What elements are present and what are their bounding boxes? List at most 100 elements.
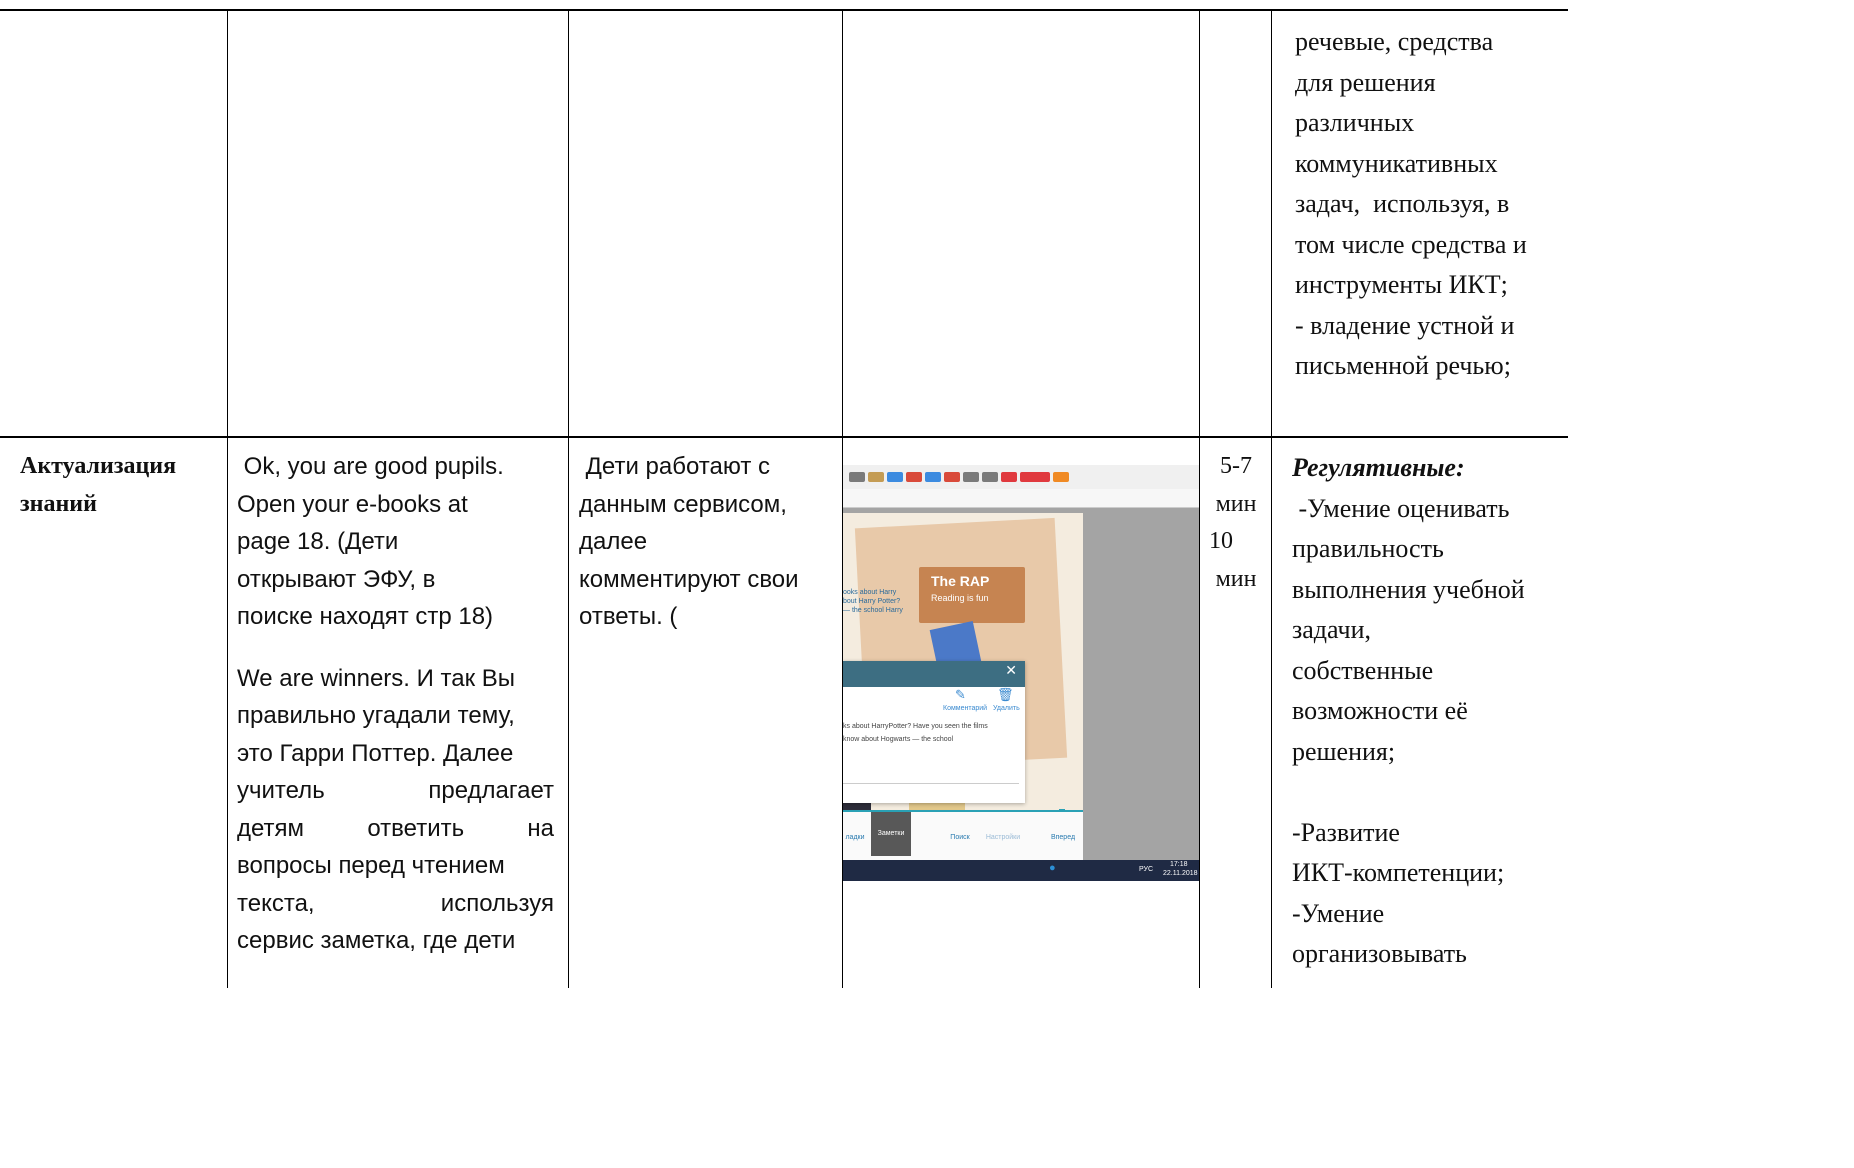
text-line: 5-7 [1220, 453, 1252, 479]
text-line: коммуникативных [1295, 148, 1498, 178]
rap-title: The RAP [931, 573, 990, 589]
text-line: учитель предлагает [237, 777, 554, 804]
settings-button[interactable]: Настройки [983, 834, 1023, 841]
column-border [227, 9, 228, 988]
tab-icon [906, 472, 922, 482]
text-line: Ok, you are good pupils. [237, 453, 504, 480]
text-line: поиске находят стр 18) [237, 603, 494, 630]
text-line: далее [579, 528, 648, 555]
text-line: инструменты ИКТ; [1295, 270, 1508, 299]
tab-icon [1053, 472, 1069, 482]
text-line: организовывать [1292, 939, 1467, 968]
text-line: выполнения учебной [1292, 574, 1525, 604]
note-popup-header: ✕ [843, 661, 1025, 687]
delete-button[interactable]: Удалить [993, 705, 1020, 712]
ebook-toolbar: ладки Заметки Поиск Настройки Вперед [843, 810, 1083, 862]
text-line: мин [1215, 565, 1257, 592]
tab-icon [1001, 472, 1017, 482]
text-line: page 18. (Дети [237, 528, 399, 555]
column-border [1271, 9, 1272, 988]
text-line [1292, 772, 1564, 813]
text-line: письменной речью; [1295, 351, 1511, 380]
text-line: это Гарри Поттер. Далее [237, 739, 514, 767]
page-text: bout Harry Potter? [843, 598, 901, 605]
text-line: текста, используя [237, 889, 554, 917]
text-line: вопросы перед чтением [237, 852, 505, 879]
text-line: ИКТ-компетенции; [1292, 858, 1505, 887]
search-button[interactable]: Поиск [943, 834, 977, 841]
stage-title-line: знаний [20, 490, 97, 517]
text-line: возможности её [1292, 696, 1468, 725]
text-line: задач, используя, в [1295, 189, 1510, 218]
tab-icon [849, 472, 865, 482]
divider [843, 783, 1019, 784]
uud-heading: Регулятивные: [1292, 453, 1465, 482]
tray-date: 22.11.2018 [1163, 870, 1198, 877]
bookmarks-button[interactable]: ладки [843, 834, 867, 841]
help-icon[interactable]: ● [1049, 862, 1056, 874]
teacher-activity-cell: Ok, you are good pupils. Open your e-boo… [237, 448, 554, 960]
tab-icon [944, 472, 960, 482]
text-line: Дети работают с [579, 453, 771, 480]
pupils-activity-cell: Дети работают с данным сервисом, далее к… [579, 448, 839, 636]
text-line: правильность [1292, 534, 1444, 563]
close-icon[interactable]: ✕ [1005, 663, 1017, 679]
table-top-border [0, 9, 1568, 11]
address-bar [843, 489, 1199, 508]
text-line: для решения [1295, 67, 1436, 97]
text-line: комментируют свои [579, 565, 799, 593]
windows-taskbar: ● РУС 17:18 22.11.2018 [843, 860, 1199, 881]
forward-button[interactable]: Вперед [1043, 834, 1083, 841]
tray-lang[interactable]: РУС [1139, 866, 1153, 873]
page-text: ooks about Harry [843, 589, 897, 596]
note-text: ks about HarryPotter? Have you seen the … [843, 723, 988, 730]
tab-icon [887, 472, 903, 482]
comment-button[interactable]: Комментарий [943, 705, 987, 712]
row2-uud-cell: Регулятивные: -Умение оценивать правильн… [1292, 448, 1564, 975]
text-line: ответы. ( [579, 603, 678, 630]
text-line: том числе средства и [1295, 229, 1527, 259]
note-popup: ✕ ✎ 🗑 Комментарий Удалить ks about Harry… [843, 661, 1025, 803]
text-line: открывают ЭФУ, в [237, 565, 436, 593]
notes-label: Заметки [877, 830, 905, 837]
text-line: - владение устной и [1295, 310, 1515, 340]
tab-icon [963, 472, 979, 482]
row-separator [0, 436, 1568, 438]
trash-icon[interactable]: 🗑 [997, 688, 1014, 703]
column-border [1199, 9, 1200, 988]
text-line: собственные [1292, 655, 1434, 685]
text-line: -Умение [1292, 898, 1385, 928]
note-text: know about Hogwarts — the school [843, 736, 954, 743]
tab-icon [868, 472, 884, 482]
page-text: — the school Harry [843, 607, 903, 614]
text-line: правильно угадали тему, [237, 702, 515, 729]
text-line: 10 [1209, 528, 1233, 554]
ebook-screenshot: The RAP Reading is fun ooks about Harry … [843, 465, 1199, 881]
time-cell: 5-7 мин 10 мин [1205, 448, 1267, 598]
text-line: данным сервисом, [579, 490, 787, 518]
stage-title-line: Актуализация [20, 453, 177, 479]
ebook-page: The RAP Reading is fun ooks about Harry … [843, 513, 1083, 859]
stage-cell: Актуализация знаний [20, 448, 220, 523]
tab-icon [982, 472, 998, 482]
text-line: -Развитие [1292, 817, 1400, 847]
text-line: задачи, [1292, 615, 1372, 644]
text-line: речевые, средства [1295, 27, 1494, 56]
column-border [568, 9, 569, 988]
text-line: детям ответить на [237, 814, 554, 842]
text-line: -Умение оценивать [1292, 493, 1510, 523]
text-line: мин [1215, 490, 1257, 517]
text-line: решения; [1292, 736, 1396, 766]
browser-tab-strip [843, 465, 1199, 489]
pencil-icon[interactable]: ✎ [955, 688, 966, 703]
tab-icon [1020, 472, 1050, 482]
text-line: We are winners. И так Вы [237, 664, 516, 692]
document-page: речевые, средства для решения различных … [0, 0, 1568, 988]
tab-icon [925, 472, 941, 482]
rap-subtitle: Reading is fun [931, 593, 989, 603]
text-line: различных [1295, 108, 1415, 137]
text-line: Open your e-books at [237, 490, 468, 518]
tray-time: 17:18 [1170, 861, 1188, 868]
text-line: сервис заметка, где дети [237, 927, 516, 954]
notes-button[interactable]: Заметки [871, 812, 911, 856]
